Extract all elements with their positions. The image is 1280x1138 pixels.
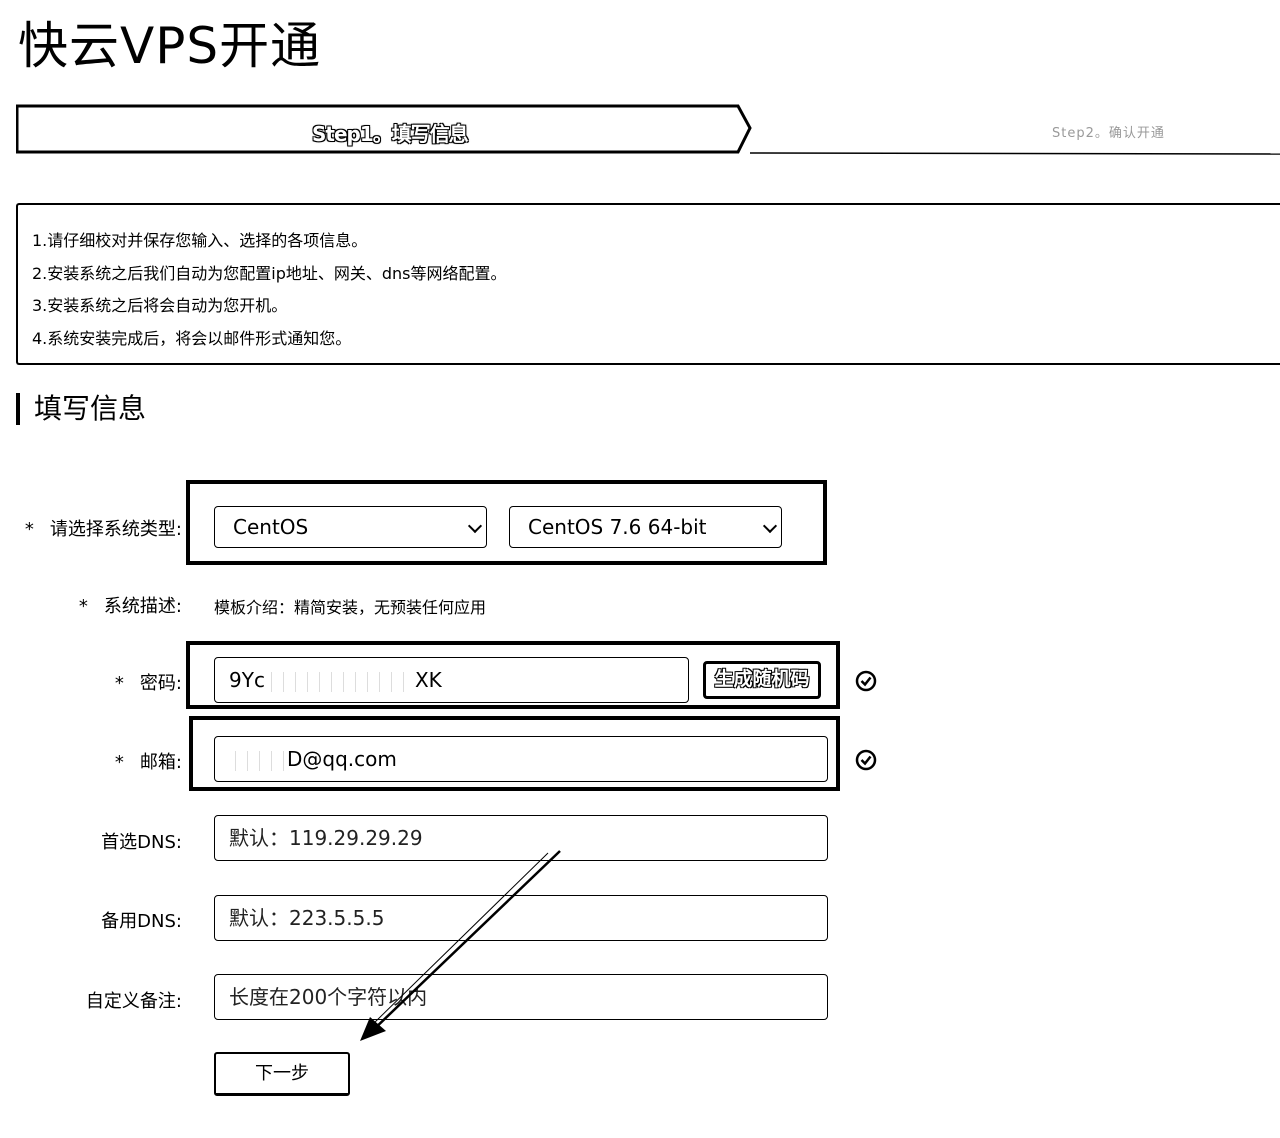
notice-line: 1.请仔细校对并保存您输入、选择的各项信息。 — [32, 231, 368, 250]
required-marker: * — [24, 519, 34, 540]
dns-secondary-label: 备用DNS: — [101, 911, 182, 932]
email-label: * 邮箱: — [2, 748, 182, 774]
notice-line: 2.安装系统之后我们自动为您配置ip地址、网关、dns等网络配置。 — [32, 263, 507, 283]
description-label: * 系统描述: — [2, 592, 182, 618]
description-label-text: 系统描述: — [103, 596, 182, 617]
os-type-label-text: 请选择系统类型: — [49, 519, 182, 540]
required-marker: * — [114, 673, 124, 694]
description-value: 模板介绍：精简安装，无预装任何应用 — [214, 598, 487, 617]
password-label: * 密码: — [2, 669, 182, 695]
redacted-mask — [264, 671, 415, 692]
notice-box: 1.请仔细校对并保存您输入、选择的各项信息。 2.安装系统之后我们自动为您配置i… — [16, 203, 1280, 365]
password-value-prefix: 9Yc — [229, 668, 265, 692]
note-label: 自定义备注: — [85, 991, 182, 1012]
required-marker: * — [78, 596, 88, 617]
check-circle-icon — [855, 670, 877, 692]
next-step-button[interactable]: 下一步 — [214, 1052, 350, 1096]
section-title: 填写信息 — [16, 393, 146, 425]
os-family-value: CentOS — [233, 515, 309, 539]
os-family-select[interactable]: CentOS — [214, 506, 487, 548]
annotation-arrow-icon — [360, 850, 561, 1041]
step-progress: Step1。填写信息 Step2。确认开通 — [16, 104, 1280, 156]
step-1-label: Step1。填写信息 — [312, 122, 469, 146]
os-version-value: CentOS 7.6 64-bit — [528, 515, 707, 539]
password-label-text: 密码: — [139, 673, 182, 694]
password-input[interactable]: 9Yc XK — [214, 657, 689, 703]
password-value-suffix: XK — [414, 668, 442, 692]
required-marker: * — [114, 752, 124, 773]
dns-primary-label: 首选DNS: — [101, 832, 182, 853]
page-title: 快云VPS开通 — [18, 17, 322, 75]
generate-random-password-button[interactable]: 生成随机码 — [703, 661, 821, 699]
os-type-label: * 请选择系统类型: — [2, 515, 182, 541]
notice-line: 3.安装系统之后将会自动为您开机。 — [32, 296, 288, 315]
chevron-down-icon — [467, 518, 483, 534]
redacted-mask — [229, 750, 287, 771]
email-value-suffix: D@qq.com — [287, 747, 397, 771]
email-label-text: 邮箱: — [139, 752, 182, 773]
check-circle-icon — [855, 749, 877, 771]
os-version-select[interactable]: CentOS 7.6 64-bit — [509, 506, 782, 548]
chevron-down-icon — [762, 518, 778, 534]
notice-line: 4.系统安装完成后，将会以邮件形式通知您。 — [32, 328, 352, 348]
step-2-label: Step2。确认开通 — [1052, 126, 1165, 141]
email-input[interactable]: D@qq.com — [214, 736, 828, 782]
